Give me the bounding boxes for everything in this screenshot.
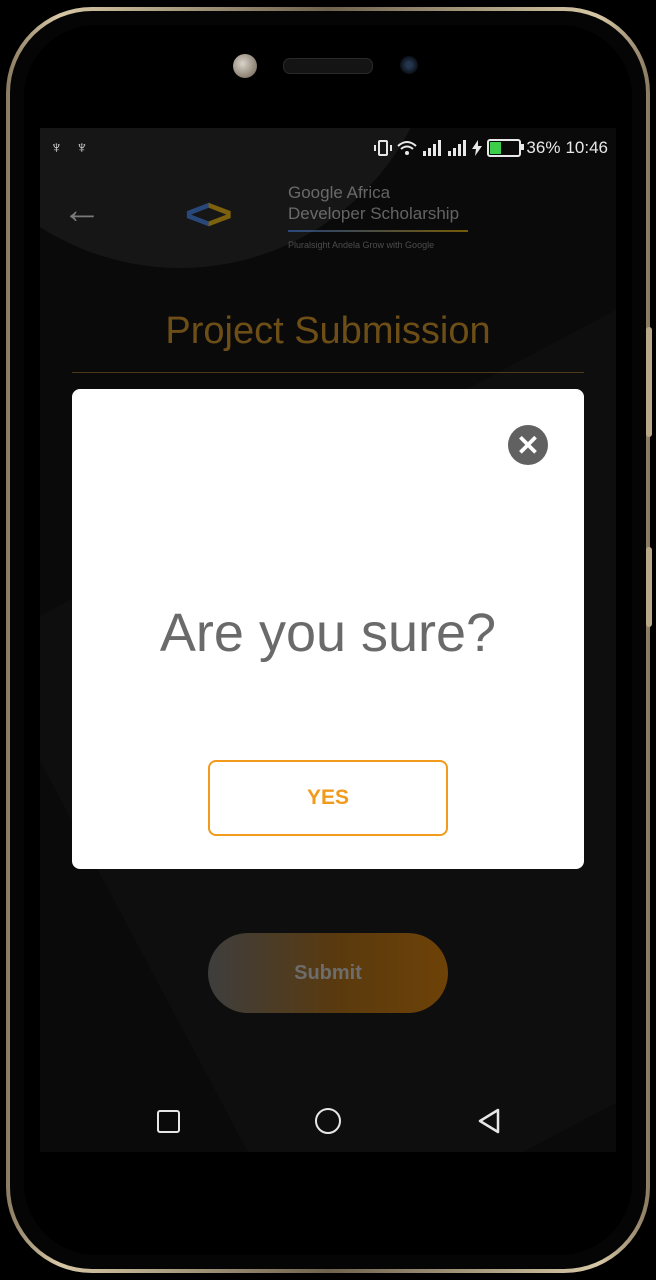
signal-icon (448, 140, 467, 156)
recents-square-icon[interactable] (157, 1110, 180, 1133)
code-brackets-icon: <> (185, 190, 232, 239)
signal-icon (423, 140, 442, 156)
earpiece-speaker (283, 58, 373, 74)
status-bar: ♆ ♆ 36% 10:46 (40, 128, 616, 168)
power-button (646, 547, 652, 627)
logo-sponsors: Pluralsight Andela Grow with Google (288, 240, 435, 250)
confirm-dialog: ✕ Are you sure? YES (72, 389, 584, 869)
back-triangle-icon[interactable] (476, 1108, 502, 1134)
arrow-left-icon[interactable]: ← (62, 190, 102, 230)
title-divider (72, 372, 584, 373)
wifi-icon (397, 141, 418, 155)
logo-title-line2: Developer Scholarship (288, 204, 460, 223)
yes-button[interactable]: YES (208, 760, 448, 836)
dialog-message: Are you sure? (159, 603, 497, 663)
logo-divider (288, 230, 468, 232)
charging-icon (472, 140, 483, 156)
battery-level (490, 142, 502, 154)
battery-percent: 36% (526, 138, 561, 157)
status-icons: 36% 10:46 (374, 138, 608, 158)
submit-button[interactable]: Submit (208, 933, 448, 1013)
volume-button (646, 327, 652, 437)
home-circle-icon[interactable] (315, 1108, 341, 1134)
proximity-sensor (400, 56, 418, 74)
close-icon[interactable]: ✕ (508, 425, 548, 465)
front-camera (233, 54, 257, 78)
navigation-bar (40, 1088, 616, 1152)
usb-icons: ♆ ♆ (50, 138, 93, 157)
logo-title-line1: Google Africa (288, 183, 391, 202)
gads-logo: <> Google Africa Developer Scholarship P… (185, 178, 485, 268)
battery-icon (487, 139, 525, 157)
vibrate-icon (374, 140, 393, 156)
logo-title: Google Africa Developer Scholarship (288, 182, 459, 224)
clock: 10:46 (565, 138, 608, 157)
page-title: Project Submission (165, 310, 491, 352)
